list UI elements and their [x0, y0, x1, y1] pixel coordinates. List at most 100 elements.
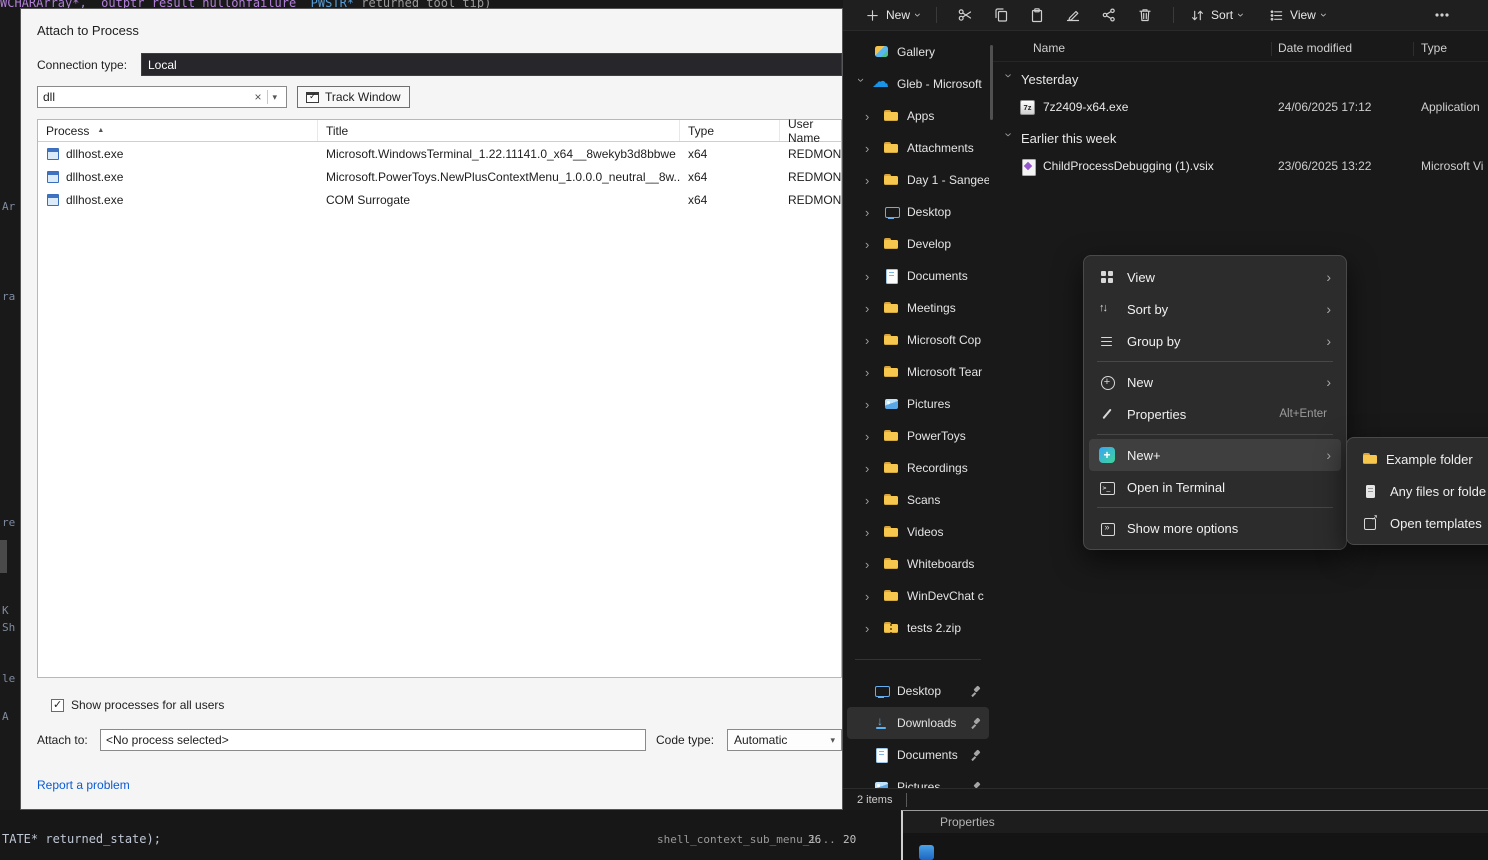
chevron-icon[interactable]: › — [855, 78, 868, 91]
group-header[interactable]: › Earlier this week — [993, 126, 1488, 153]
sidebar-item[interactable]: › Microsoft Tear — [847, 356, 989, 388]
chevron-right-icon: › — [1326, 270, 1331, 284]
menu-item-label: Sort by — [1127, 302, 1168, 317]
column-divider[interactable] — [1271, 42, 1272, 56]
submenu-item-example-folder[interactable]: Example folder — [1352, 443, 1488, 475]
sidebar-item[interactable]: › Gleb - Microsoft — [847, 68, 989, 100]
more-button[interactable] — [1424, 2, 1460, 28]
column-header-type[interactable]: Type — [680, 120, 780, 141]
file-row[interactable]: 7z2409-x64.exe 24/06/2025 17:12 Applicat… — [993, 94, 1488, 121]
column-header-name[interactable]: Name — [1033, 41, 1065, 55]
sidebar-item[interactable]: › Develop — [847, 228, 989, 260]
chevron-icon[interactable]: › — [865, 526, 883, 539]
sidebar-item[interactable]: › Whiteboards — [847, 548, 989, 580]
process-title: COM Surrogate — [326, 193, 410, 207]
chevron-icon[interactable]: › — [865, 206, 883, 219]
chevron-icon[interactable]: › — [865, 366, 883, 379]
sidebar-item[interactable]: › Videos — [847, 516, 989, 548]
sidebar-item-label: Scans — [907, 493, 940, 507]
column-header-user[interactable]: User Name — [780, 120, 841, 141]
menu-item-new[interactable]: New › — [1089, 366, 1341, 398]
track-window-button[interactable]: Track Window — [297, 86, 410, 108]
sidebar-item[interactable]: › Scans — [847, 484, 989, 516]
process-filter-input[interactable]: dll × ▾ — [37, 86, 287, 108]
rename-button[interactable] — [1055, 2, 1091, 28]
show-all-users-checkbox[interactable] — [51, 699, 64, 712]
menu-item-group-by[interactable]: Group by › — [1089, 325, 1341, 357]
sidebar-item[interactable]: › Downloads — [847, 707, 989, 739]
chevron-icon[interactable]: › — [865, 270, 883, 283]
table-row[interactable]: dllhost.exe Microsoft.WindowsTerminal_1.… — [38, 142, 841, 165]
chevron-icon[interactable]: › — [865, 142, 883, 155]
sidebar-item[interactable]: › Desktop — [847, 196, 989, 228]
menu-item-sort-by[interactable]: Sort by › — [1089, 293, 1341, 325]
copy-button[interactable] — [983, 2, 1019, 28]
share-button[interactable] — [1091, 2, 1127, 28]
chevron-icon[interactable]: › — [865, 494, 883, 507]
file-row[interactable]: ChildProcessDebugging (1).vsix 23/06/202… — [993, 153, 1488, 180]
delete-button[interactable] — [1127, 2, 1163, 28]
chevron-icon[interactable]: › — [865, 558, 883, 571]
chevron-icon[interactable]: › — [865, 430, 883, 443]
chevron-down-icon: › — [1235, 13, 1247, 17]
chevron-down-icon[interactable]: ▾ — [268, 92, 281, 103]
clear-filter-icon[interactable]: × — [248, 90, 267, 104]
sidebar-item[interactable]: › Meetings — [847, 292, 989, 324]
chevron-icon[interactable]: › — [865, 590, 883, 603]
sidebar-item[interactable]: › Day 1 - Sangee — [847, 164, 989, 196]
menu-item-properties[interactable]: Properties Alt+Enter — [1089, 398, 1341, 430]
chevron-icon[interactable]: › — [865, 398, 883, 411]
sidebar-item[interactable]: › Documents — [847, 739, 989, 771]
chevron-icon[interactable]: › — [865, 302, 883, 315]
menu-item-open-in-terminal[interactable]: Open in Terminal — [1089, 471, 1341, 503]
view-button[interactable]: View › — [1263, 2, 1332, 28]
chevron-down-icon[interactable]: › — [1003, 133, 1016, 145]
sidebar-item[interactable]: › Recordings — [847, 452, 989, 484]
menu-item-label: Open in Terminal — [1127, 480, 1225, 495]
chevron-down-icon[interactable]: › — [1003, 74, 1016, 86]
submenu-item-any-files[interactable]: Any files or folde — [1352, 475, 1488, 507]
sidebar-item[interactable]: › Microsoft Cop — [847, 324, 989, 356]
menu-item-new-plus[interactable]: New+ › — [1089, 439, 1341, 471]
chevron-icon[interactable]: › — [865, 622, 883, 635]
column-header-date[interactable]: Date modified — [1278, 41, 1352, 55]
chevron-icon[interactable]: › — [865, 174, 883, 187]
sidebar-item[interactable]: › WinDevChat c — [847, 580, 989, 612]
chevron-icon[interactable]: › — [865, 334, 883, 347]
code-type-select[interactable]: Automatic ▾ — [727, 729, 842, 751]
sidebar-item[interactable]: › Apps — [847, 100, 989, 132]
paste-button[interactable] — [1019, 2, 1055, 28]
sidebar-item[interactable]: › PowerToys — [847, 420, 989, 452]
chevron-down-icon: › — [912, 13, 924, 17]
sidebar-item[interactable]: › Pictures — [847, 771, 989, 788]
chevron-down-icon: ▾ — [830, 735, 841, 746]
connection-type-select[interactable]: Local — [141, 53, 842, 76]
cut-button[interactable] — [947, 2, 983, 28]
sidebar-item[interactable]: › Desktop — [847, 675, 989, 707]
editor-scrollbar[interactable] — [0, 540, 7, 573]
table-row[interactable]: dllhost.exe COM Surrogate x64 REDMOND — [38, 188, 841, 211]
sort-button[interactable]: Sort › — [1184, 2, 1249, 28]
column-divider[interactable] — [1413, 42, 1414, 56]
column-header-process[interactable]: Process ▲ — [38, 120, 318, 141]
chevron-icon[interactable]: › — [865, 462, 883, 475]
sidebar-item[interactable]: › Attachments — [847, 132, 989, 164]
menu-item-view[interactable]: View › — [1089, 261, 1341, 293]
table-row[interactable]: dllhost.exe Microsoft.PowerToys.NewPlusC… — [38, 165, 841, 188]
column-header-type[interactable]: Type — [1421, 41, 1447, 55]
chevron-icon[interactable]: › — [865, 110, 883, 123]
sidebar-item[interactable]: › tests 2.zip — [847, 612, 989, 644]
sidebar-item-label: Apps — [907, 109, 934, 123]
sidebar-item[interactable]: › Gallery — [847, 36, 989, 68]
group-header[interactable]: › Yesterday — [993, 67, 1488, 94]
attach-to-field[interactable]: <No process selected> — [100, 729, 646, 751]
chevron-icon[interactable]: › — [865, 238, 883, 251]
menu-item-show-more-options[interactable]: Show more options — [1089, 512, 1341, 544]
sidebar-item[interactable]: › Pictures — [847, 388, 989, 420]
sidebar-item[interactable]: › Documents — [847, 260, 989, 292]
column-header-title[interactable]: Title — [318, 120, 680, 141]
report-problem-link[interactable]: Report a problem — [37, 778, 130, 792]
submenu-item-open-templates[interactable]: Open templates — [1352, 507, 1488, 539]
new-button[interactable]: New › — [859, 2, 926, 28]
sidebar-item-label: Microsoft Cop — [907, 333, 981, 347]
